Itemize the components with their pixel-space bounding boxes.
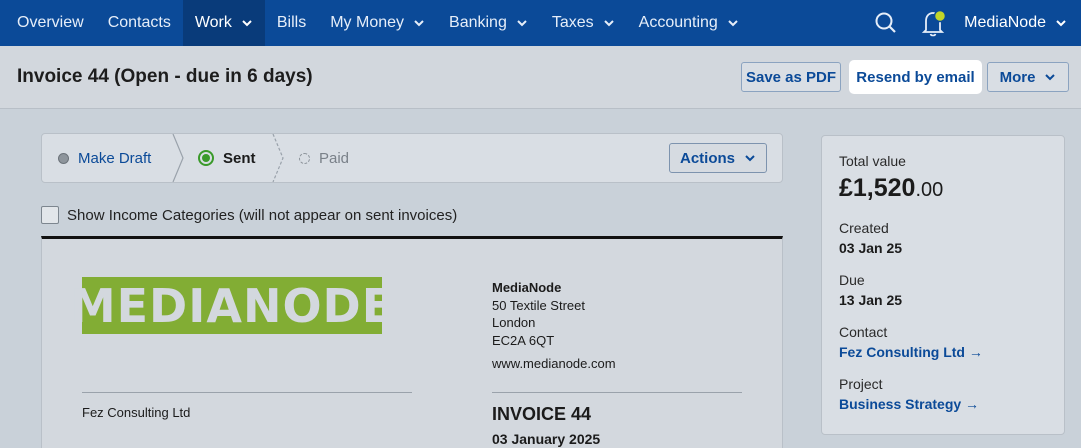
invoice-date: 03 January 2025	[492, 431, 601, 447]
top-nav: Overview Contacts Work Bills My Money Ba…	[0, 0, 1081, 46]
nav-item-my-money[interactable]: My Money	[318, 0, 437, 46]
contact-label: Contact	[839, 324, 888, 340]
status-dot	[299, 152, 310, 164]
nav-label: Bills	[276, 14, 307, 31]
org-name: MediaNode	[964, 14, 1046, 31]
created-label: Created	[839, 220, 889, 236]
total-amount: £1,520	[839, 174, 916, 202]
total-pence: .00	[915, 179, 944, 201]
address-line: London	[492, 315, 536, 330]
make-draft-step[interactable]: Make Draft	[58, 134, 151, 182]
paid-label: Paid	[319, 149, 350, 167]
company-website: www.medianode.com	[492, 356, 616, 371]
save-as-pdf-button[interactable]: Save as PDF	[741, 62, 841, 92]
actions-label: Actions	[679, 149, 735, 167]
chevron-down-icon	[242, 20, 252, 27]
more-label: More	[999, 68, 1036, 86]
divider	[492, 392, 742, 393]
search-icon[interactable]	[862, 0, 910, 46]
chevron-down-icon	[745, 155, 755, 162]
due-date: 13 Jan 25	[839, 292, 903, 308]
invoice-preview: MEDIANODE MediaNode 50 Textile Street Lo…	[41, 236, 783, 448]
invoice-title: INVOICE 44	[492, 404, 592, 424]
nav-label: Taxes	[551, 14, 594, 31]
logo-text: MEDIANODE	[69, 278, 395, 333]
nav-item-contacts[interactable]: Contacts	[96, 0, 183, 46]
paid-step: Paid	[299, 134, 349, 182]
chevron-down-icon	[1045, 74, 1056, 81]
nav-label: My Money	[330, 14, 405, 31]
more-button[interactable]: More	[987, 62, 1069, 92]
resend-by-email-button[interactable]: Resend by email	[851, 62, 980, 92]
created-date: 03 Jan 25	[839, 240, 903, 256]
nav-item-taxes[interactable]: Taxes	[540, 0, 627, 46]
sent-step: Sent	[198, 134, 256, 182]
total-value-label: Total value	[839, 153, 906, 169]
bell-icon[interactable]	[910, 0, 958, 46]
bill-to-name: Fez Consulting Ltd	[82, 405, 191, 420]
company-name: MediaNode	[492, 280, 562, 295]
nav-label: Contacts	[107, 14, 171, 31]
project-link[interactable]: Business Strategy →	[839, 396, 979, 412]
nav-item-work[interactable]: Work	[182, 0, 265, 46]
nav-label: Overview	[17, 14, 84, 31]
chevron-down-icon	[414, 20, 424, 27]
nav-item-overview[interactable]: Overview	[0, 0, 96, 46]
address-postcode: EC2A 6QT	[492, 332, 555, 348]
nav-label: Banking	[449, 14, 507, 31]
total-value: £1,520.00	[839, 174, 943, 203]
page-header: Invoice 44 (Open - due in 6 days) Save a…	[0, 46, 1081, 109]
org-menu[interactable]: MediaNode	[958, 0, 1081, 46]
address-line: 50 Textile Street	[492, 297, 585, 313]
invoice-summary: Total value £1,520.00 Created 03 Jan 25 …	[821, 135, 1065, 435]
step-separator	[272, 134, 284, 182]
due-label: Due	[839, 272, 865, 288]
chevron-down-icon	[517, 20, 527, 27]
divider	[82, 392, 412, 393]
project-label: Project	[839, 376, 883, 392]
sent-label: Sent	[223, 149, 256, 167]
sent-status-icon	[198, 150, 214, 166]
nav-item-bills[interactable]: Bills	[265, 0, 318, 46]
company-logo: MEDIANODE	[70, 277, 393, 334]
chevron-down-icon	[603, 20, 614, 27]
chevron-down-icon	[728, 20, 738, 27]
nav-label: Accounting	[638, 14, 718, 31]
nav-item-accounting[interactable]: Accounting	[627, 0, 751, 46]
nav-item-banking[interactable]: Banking	[437, 0, 540, 46]
show-income-categories[interactable]: Show Income Categories (will not appear …	[41, 206, 457, 224]
show-income-categories-label: Show Income Categories (will not appear …	[67, 206, 458, 224]
make-draft-link: Make Draft	[78, 149, 152, 167]
nav-label: Work	[194, 14, 232, 31]
contact-link[interactable]: Fez Consulting Ltd →	[839, 344, 983, 360]
page-title: Invoice 44 (Open - due in 6 days)	[17, 66, 313, 87]
company-address: MediaNode 50 Textile Street London EC2A …	[492, 279, 616, 373]
status-dot	[58, 152, 69, 164]
actions-button[interactable]: Actions	[669, 143, 767, 173]
step-separator	[172, 134, 184, 182]
show-income-categories-checkbox[interactable]	[41, 206, 59, 224]
status-stepper: Make Draft Sent Paid Actions	[41, 133, 783, 183]
chevron-down-icon	[1056, 20, 1066, 27]
